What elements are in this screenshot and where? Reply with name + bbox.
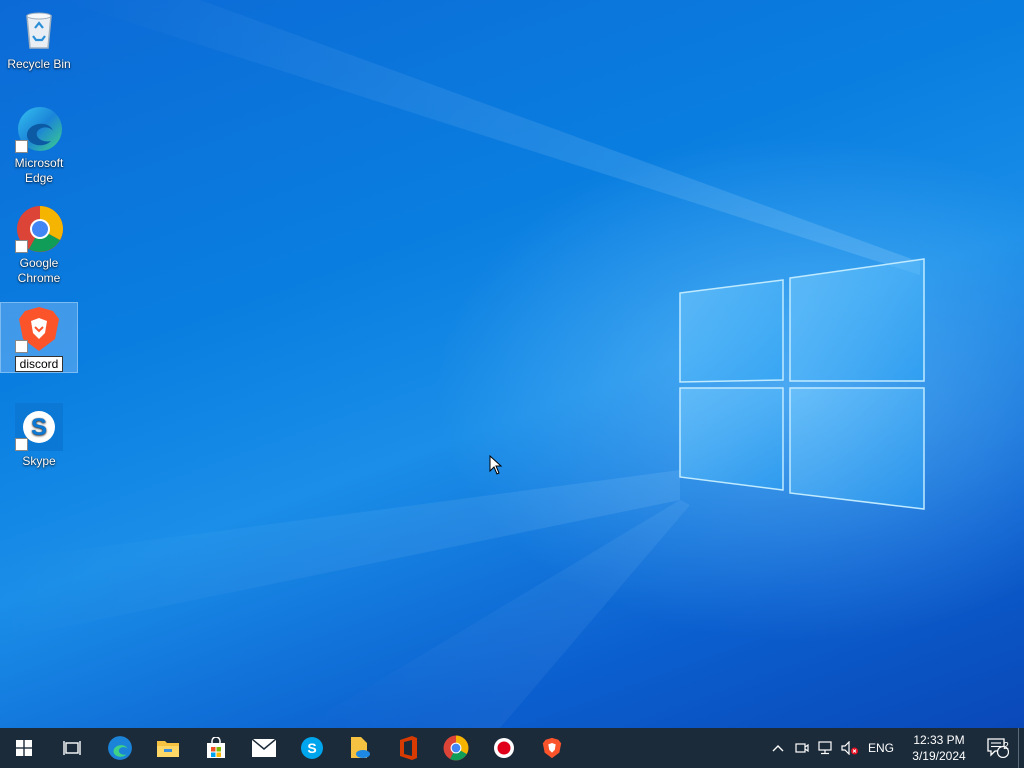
task-view-icon — [63, 741, 81, 755]
clock-date: 3/19/2024 — [912, 749, 966, 763]
taskbar-files-button[interactable] — [336, 728, 384, 768]
camera-icon — [795, 743, 809, 753]
shortcut-arrow-icon — [15, 240, 28, 253]
shortcut-arrow-icon — [15, 140, 28, 153]
clock[interactable]: 12:33 PM 3/19/2024 — [900, 732, 978, 764]
chevron-up-icon — [772, 745, 784, 752]
windows-logo-wallpaper — [679, 258, 925, 510]
show-hidden-icons-button[interactable] — [766, 728, 790, 768]
taskbar-chrome-button[interactable] — [432, 728, 480, 768]
office-icon — [400, 736, 417, 760]
system-tray: ENG 12:33 PM 3/19/2024 2 — [766, 728, 1024, 768]
taskbar-file-explorer-button[interactable] — [144, 728, 192, 768]
store-bag-icon — [207, 737, 225, 758]
action-center-button[interactable]: 2 — [978, 728, 1018, 768]
shortcut-arrow-icon — [15, 438, 28, 451]
chrome-icon — [15, 205, 63, 253]
desktop-icon-recycle-bin[interactable]: Recycle Bin — [1, 6, 77, 72]
desktop-background: Recycle Bin Microsoft Edge Google Chrome… — [0, 0, 1024, 728]
clock-time: 12:33 PM — [913, 733, 965, 747]
input-language-indicator[interactable]: ENG — [862, 741, 900, 755]
taskbar: S ENG 12:33 PM 3/19/2024 2 — [0, 728, 1024, 768]
rename-text-input[interactable]: discord — [14, 356, 64, 372]
desktop-icon-skype[interactable]: S Skype — [1, 403, 77, 469]
show-desktop-button[interactable] — [1018, 728, 1024, 768]
taskbar-edge-button[interactable] — [96, 728, 144, 768]
brave-lion-icon — [15, 305, 63, 353]
volume-muted-icon — [841, 741, 858, 755]
svg-text:S: S — [307, 740, 316, 756]
wallpaper-light-beams — [0, 0, 920, 728]
taskbar-office-button[interactable] — [384, 728, 432, 768]
file-cloud-icon — [351, 737, 370, 758]
desktop-icon-discord[interactable]: discord — [0, 302, 78, 373]
desktop-icon-label: Recycle Bin — [7, 57, 71, 71]
chrome-icon — [443, 735, 469, 761]
notification-count-badge: 2 — [1003, 741, 1009, 752]
record-icon — [494, 738, 514, 758]
desktop-icon-label: Skype — [22, 454, 56, 468]
skype-icon: S — [15, 403, 63, 451]
desktop-icon-label: Google Chrome — [17, 256, 61, 285]
start-button[interactable] — [0, 728, 48, 768]
brave-lion-icon — [542, 737, 562, 759]
mouse-cursor-icon — [489, 455, 503, 475]
taskbar-store-button[interactable] — [192, 728, 240, 768]
taskbar-brave-button[interactable] — [528, 728, 576, 768]
skype-icon: S — [301, 737, 323, 759]
desktop-icon-label: Microsoft Edge — [14, 156, 64, 185]
taskbar-mail-button[interactable] — [240, 728, 288, 768]
desktop-icon-microsoft-edge[interactable]: Microsoft Edge — [1, 105, 77, 186]
tray-network-button[interactable] — [814, 728, 838, 768]
recycle-bin-icon — [15, 6, 63, 54]
taskbar-skype-button[interactable]: S — [288, 728, 336, 768]
mail-envelope-icon — [252, 739, 276, 757]
windows-start-icon — [16, 740, 32, 756]
network-icon — [818, 741, 832, 755]
desktop-icon-google-chrome[interactable]: Google Chrome — [1, 205, 77, 286]
task-view-button[interactable] — [48, 728, 96, 768]
folder-icon — [157, 741, 179, 757]
taskbar-recorder-button[interactable] — [480, 728, 528, 768]
edge-icon — [15, 105, 63, 153]
edge-icon — [108, 736, 132, 760]
svg-text:S: S — [31, 414, 47, 441]
shortcut-arrow-icon — [15, 340, 28, 353]
tray-volume-button[interactable] — [838, 728, 862, 768]
tray-meet-now-button[interactable] — [790, 728, 814, 768]
